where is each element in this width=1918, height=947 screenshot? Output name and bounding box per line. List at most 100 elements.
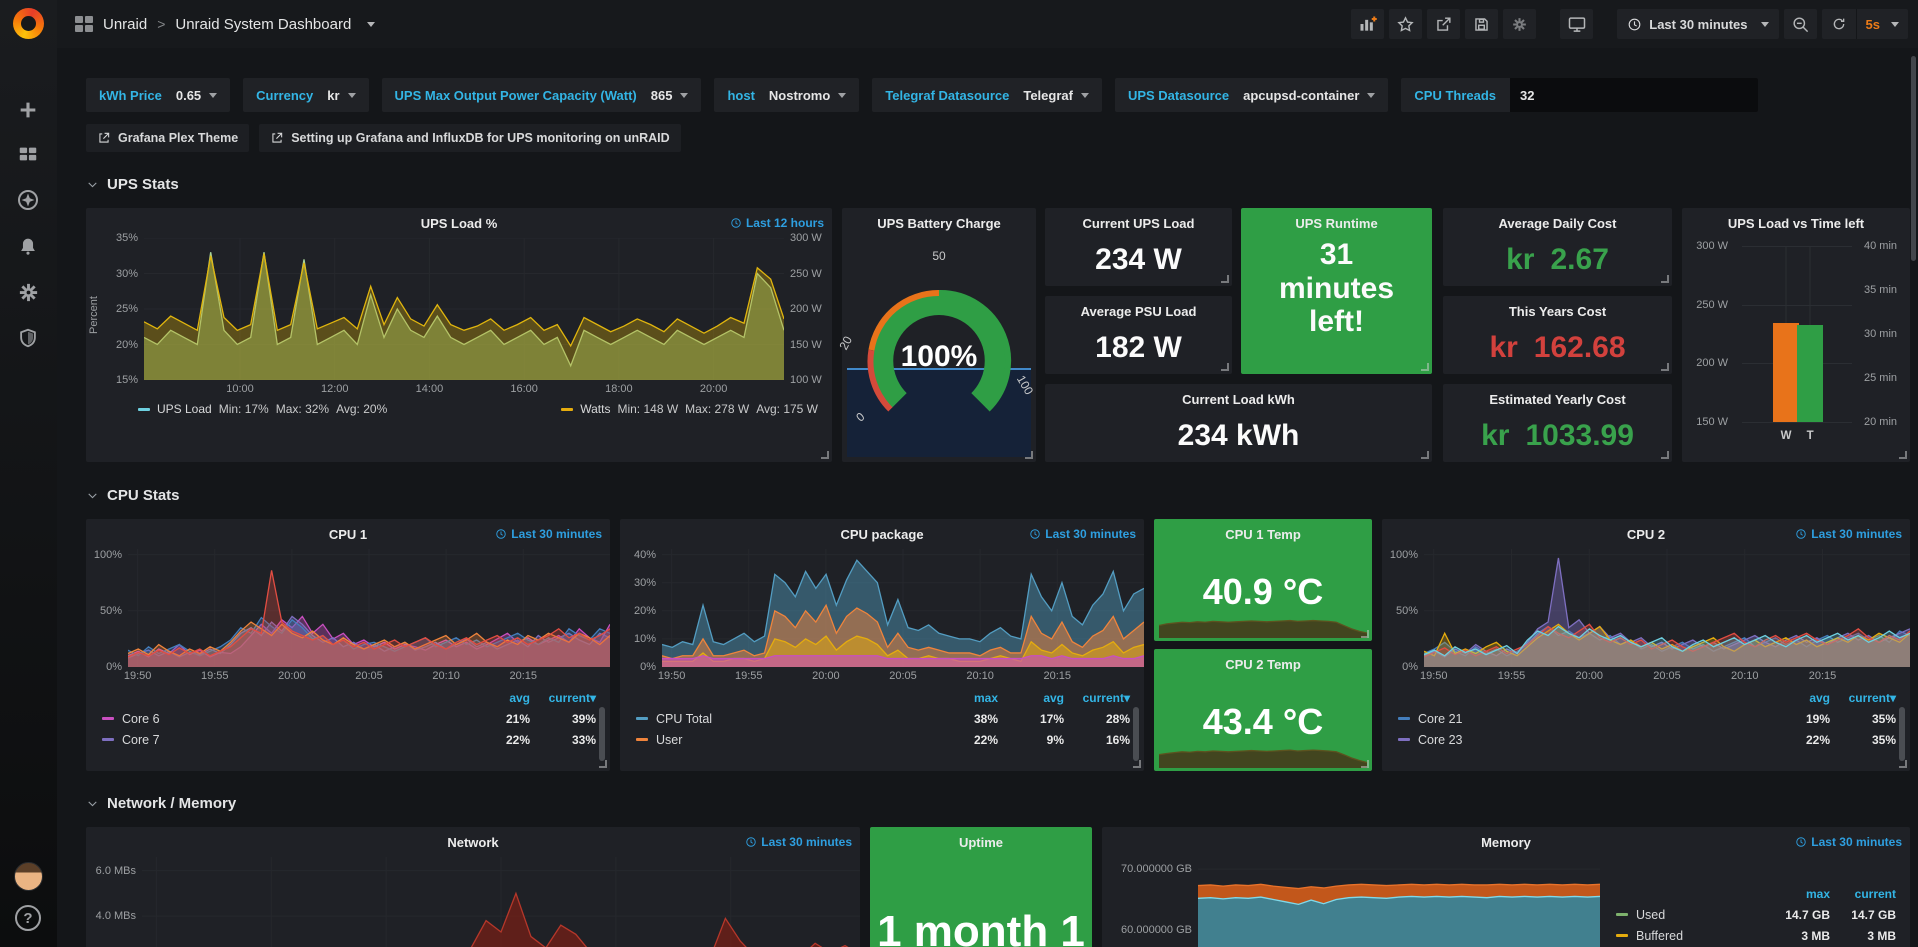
legend-column-header[interactable]: current	[1855, 887, 1896, 901]
legend-column-header[interactable]: max	[1806, 887, 1830, 901]
legend-column-header[interactable]: current▾	[1849, 691, 1896, 705]
legend-scrollbar[interactable]	[599, 707, 605, 761]
legend-row[interactable]: Core 2322%35%	[1398, 729, 1896, 750]
legend-column-header[interactable]: avg	[1809, 691, 1830, 705]
panel-timerange-link[interactable]: Last 30 minutes	[745, 835, 852, 849]
legend-series-swatch[interactable]	[1398, 738, 1410, 741]
panel-title[interactable]: Memory	[1481, 835, 1531, 850]
cycle-view-tv-button[interactable]	[1560, 9, 1593, 39]
refresh-button[interactable]	[1822, 9, 1856, 39]
dashboard-grid-icon[interactable]	[75, 16, 93, 32]
panel-title[interactable]: Estimated Yearly Cost	[1489, 392, 1625, 407]
legend-column-header[interactable]: avg	[509, 691, 530, 705]
user-avatar[interactable]	[14, 862, 43, 891]
legend-series-swatch[interactable]	[1616, 913, 1628, 916]
panel-timerange-link[interactable]: Last 30 minutes	[1029, 527, 1136, 541]
network-chart[interactable]	[142, 857, 860, 947]
variable-ups-max-output[interactable]: UPS Max Output Power Capacity (Watt) 865	[382, 78, 702, 112]
variable-value[interactable]: Telegraf	[1023, 88, 1073, 103]
variable-value[interactable]: kr	[327, 88, 339, 103]
legend-series-name[interactable]: Buffered	[1636, 929, 1764, 943]
panel-title[interactable]: This Years Cost	[1509, 304, 1606, 319]
legend-item[interactable]: UPS LoadMin: 17%Max: 32%Avg: 20%	[138, 402, 387, 416]
cpu-package-chart[interactable]	[662, 549, 1144, 667]
panel-title[interactable]: UPS Load vs Time left	[1728, 216, 1864, 231]
refresh-interval-select[interactable]: 5s	[1857, 9, 1908, 39]
legend-row[interactable]: User22%9%16%	[636, 729, 1130, 750]
variable-kwh-price[interactable]: kWh Price 0.65	[86, 78, 230, 112]
legend-series-name[interactable]: Core 21	[1418, 712, 1764, 726]
legend-series-name[interactable]: CPU Total	[656, 712, 932, 726]
link-grafana-plex-theme[interactable]: Grafana Plex Theme	[86, 124, 249, 152]
variable-value[interactable]: 0.65	[176, 88, 201, 103]
legend-series-swatch[interactable]	[636, 717, 648, 720]
alerting-bell-icon[interactable]	[14, 232, 42, 260]
legend-row[interactable]: CPU Total38%17%28%	[636, 708, 1130, 729]
panel-title[interactable]: CPU 2	[1627, 527, 1665, 542]
panel-timerange-link[interactable]: Last 12 hours	[730, 216, 824, 230]
admin-shield-icon[interactable]	[14, 324, 42, 352]
panel-title[interactable]: Average Daily Cost	[1498, 216, 1616, 231]
legend-item[interactable]: WattsMin: 148 WMax: 278 WAvg: 175 W	[561, 402, 818, 416]
breadcrumb-root[interactable]: Unraid	[103, 16, 147, 33]
panel-title[interactable]: Average PSU Load	[1081, 304, 1197, 319]
cpu2-chart[interactable]	[1424, 549, 1910, 667]
configuration-gear-icon[interactable]	[14, 278, 42, 306]
share-button[interactable]	[1427, 9, 1460, 39]
legend-series-swatch[interactable]	[1398, 717, 1410, 720]
legend-series-swatch[interactable]	[102, 738, 114, 741]
legend-column-header[interactable]: current▾	[1083, 691, 1130, 705]
panel-timerange-link[interactable]: Last 30 minutes	[1795, 835, 1902, 849]
variable-currency[interactable]: Currency kr	[243, 78, 368, 112]
legend-row[interactable]: Buffered3 MB3 MB	[1616, 925, 1896, 946]
legend-series-swatch[interactable]	[102, 717, 114, 720]
link-ups-monitoring-guide[interactable]: Setting up Grafana and InfluxDB for UPS …	[259, 124, 680, 152]
save-button[interactable]	[1465, 9, 1498, 39]
panel-timerange-link[interactable]: Last 30 minutes	[495, 527, 602, 541]
grafana-logo-icon[interactable]	[13, 8, 44, 39]
variable-value[interactable]: Nostromo	[769, 88, 830, 103]
legend-row[interactable]: Used14.7 GB14.7 GB	[1616, 904, 1896, 925]
explore-compass-icon[interactable]	[14, 186, 42, 214]
panel-timerange-link[interactable]: Last 30 minutes	[1795, 527, 1902, 541]
section-ups-stats[interactable]: UPS Stats	[86, 176, 179, 193]
star-button[interactable]	[1389, 9, 1422, 39]
cpu1-chart[interactable]	[128, 549, 610, 667]
page-scrollbar[interactable]	[1911, 56, 1916, 261]
legend-row[interactable]: Core 2119%35%	[1398, 708, 1896, 729]
time-range-picker[interactable]: Last 30 minutes	[1617, 9, 1778, 39]
ups-load-chart[interactable]	[144, 238, 784, 380]
create-plus-icon[interactable]	[14, 96, 42, 124]
add-panel-button[interactable]	[1351, 9, 1384, 39]
chevron-down-icon[interactable]	[367, 22, 375, 27]
bar-W[interactable]	[1773, 323, 1799, 422]
legend-series-swatch[interactable]	[1616, 934, 1628, 937]
legend-series-name[interactable]: Core 6	[122, 712, 464, 726]
cpu-threads-input[interactable]	[1510, 78, 1758, 112]
page-title[interactable]: Unraid System Dashboard	[175, 16, 351, 33]
panel-title[interactable]: CPU 2 Temp	[1225, 657, 1301, 672]
section-cpu-stats[interactable]: CPU Stats	[86, 487, 180, 504]
panel-title[interactable]: UPS Battery Charge	[877, 216, 1001, 231]
dashboards-icon[interactable]	[14, 140, 42, 168]
variable-value[interactable]: apcupsd-container	[1243, 88, 1359, 103]
legend-series-name[interactable]: Core 23	[1418, 733, 1764, 747]
variable-value[interactable]: 865	[651, 88, 673, 103]
legend-row[interactable]: Core 621%39%	[102, 708, 596, 729]
panel-title[interactable]: CPU 1 Temp	[1225, 527, 1301, 542]
panel-title[interactable]: Current UPS Load	[1083, 216, 1195, 231]
panel-title[interactable]: UPS Load %	[421, 216, 498, 231]
legend-column-header[interactable]: current▾	[549, 691, 596, 705]
panel-title[interactable]: Uptime	[959, 835, 1003, 850]
bar-T[interactable]	[1797, 325, 1823, 422]
memory-chart[interactable]	[1198, 857, 1600, 947]
legend-column-header[interactable]: avg	[1043, 691, 1064, 705]
settings-gear-icon[interactable]	[1503, 9, 1536, 39]
panel-title[interactable]: Current Load kWh	[1182, 392, 1295, 407]
variable-ups-datasource[interactable]: UPS Datasource apcupsd-container	[1115, 78, 1388, 112]
panel-title[interactable]: Network	[447, 835, 498, 850]
section-network-memory[interactable]: Network / Memory	[86, 795, 236, 812]
panel-title[interactable]: CPU 1	[329, 527, 367, 542]
panel-title[interactable]: UPS Runtime	[1295, 216, 1377, 231]
panel-title[interactable]: CPU package	[840, 527, 923, 542]
